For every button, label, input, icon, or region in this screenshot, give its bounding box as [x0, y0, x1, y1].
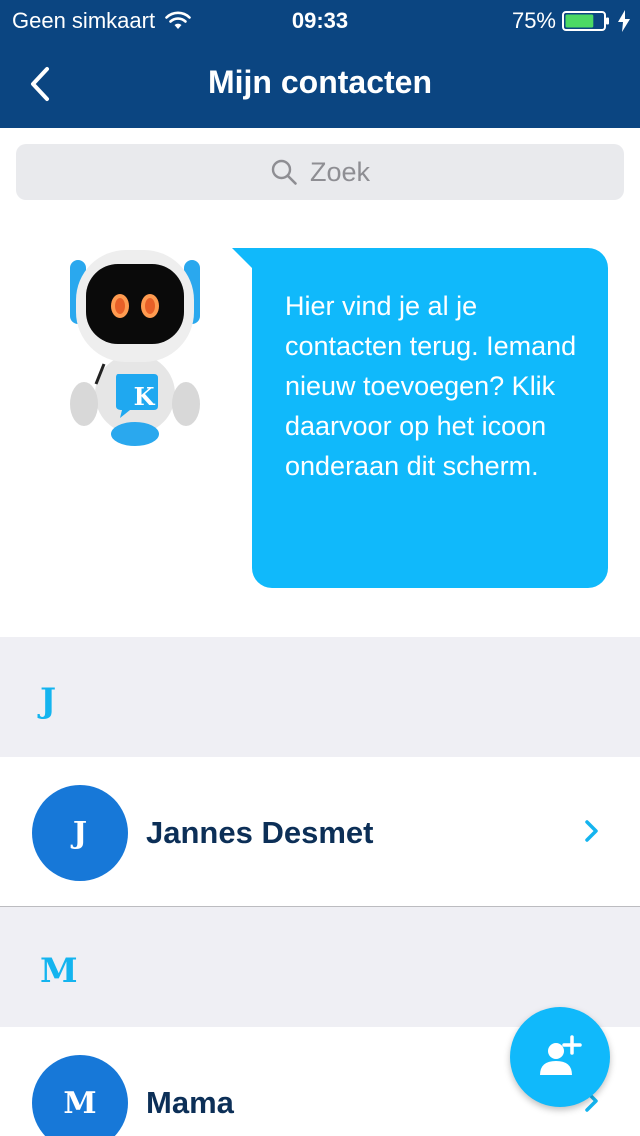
page-title: Mijn contacten [207, 64, 432, 100]
contact-name: Jannes Desmet [146, 815, 374, 850]
avatar: J [32, 785, 128, 881]
battery-group: 75% [512, 8, 630, 34]
search-placeholder: Zoek [309, 156, 371, 187]
search-input[interactable]: Zoek [16, 144, 624, 200]
section-letter: M [40, 951, 78, 991]
add-person-icon [540, 1035, 582, 1075]
section-letter: J [40, 681, 57, 721]
status-bar: Geen simkaart 09:33 75% [0, 0, 640, 40]
search-icon [271, 159, 297, 185]
robot-badge-letter: K [133, 382, 155, 411]
charging-bolt-icon [618, 10, 630, 32]
header: Geen simkaart 09:33 75% Mijn contacten [0, 0, 640, 128]
add-contact-button[interactable] [510, 1007, 610, 1107]
avatar: M [32, 1055, 128, 1136]
chevron-right-icon [585, 820, 598, 842]
section-header-j: J [0, 637, 640, 757]
contact-name: Mama [146, 1085, 234, 1120]
robot-mascot [70, 250, 200, 446]
contact-row[interactable]: J Jannes Desmet [0, 757, 640, 907]
battery-percent: 75% [511, 8, 556, 33]
battery-icon [562, 11, 609, 31]
assistant-message: Hier vind je al je contacten terug. Iema… [252, 248, 608, 588]
nav-bar: Mijn contacten [0, 40, 640, 128]
bubble-tail [232, 248, 254, 270]
